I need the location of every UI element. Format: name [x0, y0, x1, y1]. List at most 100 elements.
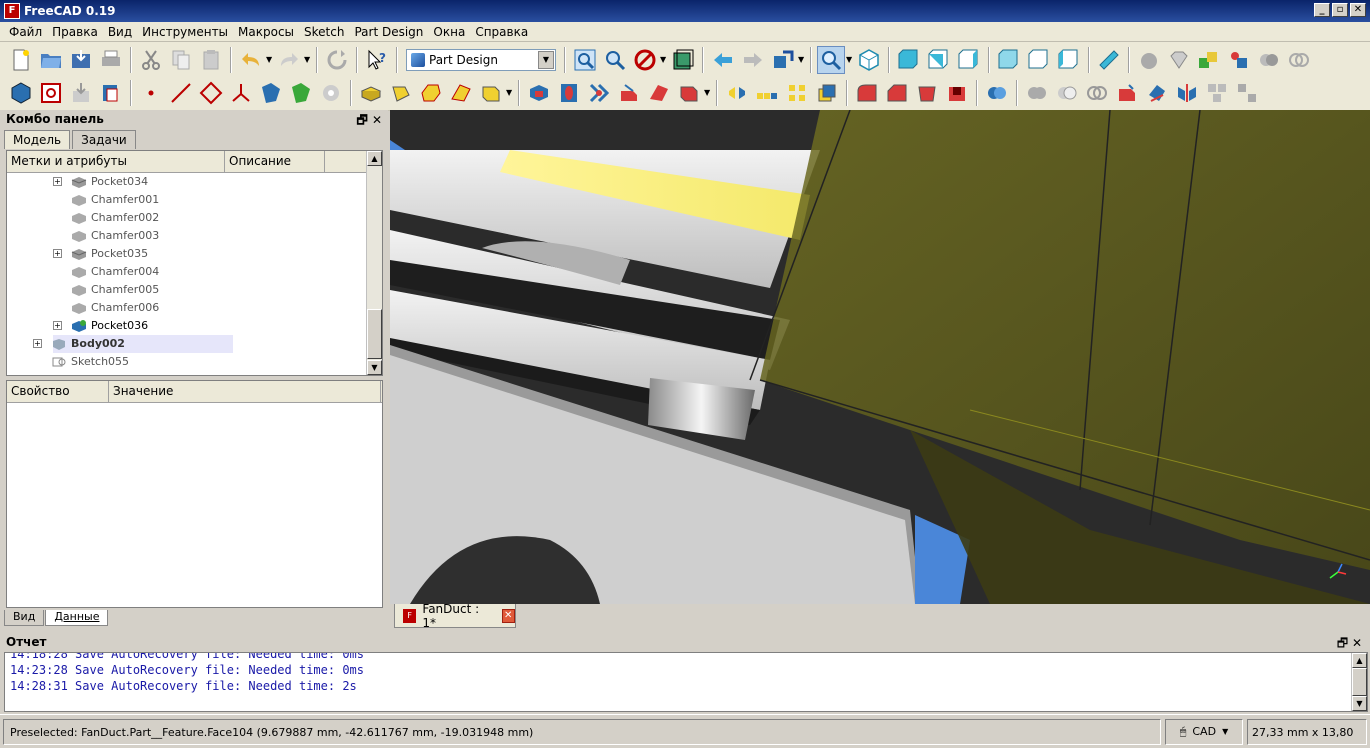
draw-style-button[interactable]	[631, 46, 659, 74]
pad-button[interactable]	[357, 79, 385, 107]
maximize-button[interactable]: ▫	[1332, 3, 1348, 17]
tree-item[interactable]: + Pocket034	[7, 173, 382, 191]
menu-edit[interactable]: Правка	[47, 25, 103, 39]
datum-line-button[interactable]	[167, 79, 195, 107]
cut-button[interactable]	[137, 46, 165, 74]
tree-item[interactable]: Chamfer006	[7, 299, 382, 317]
minimize-button[interactable]: _	[1314, 3, 1330, 17]
menu-file[interactable]: Файл	[4, 25, 47, 39]
tree-item[interactable]: Chamfer001	[7, 191, 382, 209]
tab-view[interactable]: Вид	[4, 610, 45, 626]
tree-header-description[interactable]: Описание	[225, 151, 325, 172]
expand-icon[interactable]: +	[33, 339, 42, 348]
assembly-button[interactable]	[1225, 46, 1253, 74]
validate-sketch-button[interactable]	[67, 79, 95, 107]
revolution-button[interactable]	[387, 79, 415, 107]
rear-view-button[interactable]	[995, 46, 1023, 74]
property-header-value[interactable]: Значение	[109, 381, 381, 402]
refresh-button[interactable]	[323, 46, 351, 74]
bool-common-button[interactable]	[1083, 79, 1111, 107]
close-icon[interactable]: ✕	[372, 113, 382, 127]
property-header-name[interactable]: Свойство	[7, 381, 109, 402]
scroll-up-icon[interactable]: ▲	[367, 151, 382, 166]
subshape-binder-button[interactable]	[257, 79, 285, 107]
chevron-down-icon[interactable]: ▼	[538, 50, 554, 69]
tab-tasks[interactable]: Задачи	[72, 130, 136, 149]
multitransform-button[interactable]	[813, 79, 841, 107]
pocket-button[interactable]	[525, 79, 553, 107]
open-button[interactable]	[37, 46, 65, 74]
document-tab[interactable]: F FanDuct : 1* ✕	[394, 602, 516, 630]
sprocket-button[interactable]	[317, 79, 345, 107]
subtractive-primitive-button[interactable]	[675, 79, 703, 107]
material-button[interactable]	[1135, 46, 1163, 74]
tree-item[interactable]: Chamfer005	[7, 281, 382, 299]
copy-button[interactable]	[167, 46, 195, 74]
boolean-operation-button[interactable]	[983, 79, 1011, 107]
3d-scene[interactable]	[390, 110, 1370, 604]
hole-button[interactable]	[555, 79, 583, 107]
forward-button[interactable]	[739, 46, 767, 74]
expand-icon[interactable]: +	[53, 249, 62, 258]
draw-style-dropdown-icon[interactable]: ▼	[660, 55, 668, 64]
left-view-button[interactable]	[1055, 46, 1083, 74]
scroll-down-icon[interactable]: ▼	[367, 360, 382, 375]
local-cs-button[interactable]	[227, 79, 255, 107]
menu-macros[interactable]: Макросы	[233, 25, 299, 39]
tree-item[interactable]: Chamfer002	[7, 209, 382, 227]
print-button[interactable]	[97, 46, 125, 74]
menu-tools[interactable]: Инструменты	[137, 25, 233, 39]
explode-button[interactable]	[1233, 79, 1261, 107]
scroll-down-icon[interactable]: ▼	[1352, 696, 1367, 711]
bool-union-button[interactable]	[1023, 79, 1051, 107]
zoom-dropdown-icon[interactable]: ▼	[846, 55, 854, 64]
bool-cut-button[interactable]	[1053, 79, 1081, 107]
bounding-box-button[interactable]	[669, 46, 697, 74]
right-view-button[interactable]	[955, 46, 983, 74]
link-button[interactable]	[769, 46, 797, 74]
scroll-up-icon[interactable]: ▲	[1352, 653, 1367, 668]
tab-data[interactable]: Данные	[45, 610, 109, 626]
back-button[interactable]	[709, 46, 737, 74]
parts-button[interactable]	[1195, 46, 1223, 74]
clone-button[interactable]	[287, 79, 315, 107]
menu-windows[interactable]: Окна	[428, 25, 470, 39]
linear-pattern-button[interactable]	[753, 79, 781, 107]
view-fit-button[interactable]	[817, 45, 845, 74]
additive-loft-button[interactable]	[417, 79, 445, 107]
fit-selection-button[interactable]	[601, 46, 629, 74]
front-view-button[interactable]	[895, 46, 923, 74]
paste-button[interactable]	[197, 46, 225, 74]
3d-viewport[interactable]	[390, 110, 1370, 604]
float-icon[interactable]: 🗗	[356, 113, 367, 127]
diamond-button[interactable]	[1165, 46, 1193, 74]
tab-model[interactable]: Модель	[4, 130, 71, 149]
menu-help[interactable]: Справка	[470, 25, 533, 39]
tree-item[interactable]: Chamfer003	[7, 227, 382, 245]
measure-button[interactable]	[1095, 46, 1123, 74]
link-dropdown-icon[interactable]: ▼	[798, 55, 806, 64]
scroll-thumb[interactable]	[367, 309, 382, 359]
new-document-button[interactable]	[7, 46, 35, 74]
close-button[interactable]: ✕	[1350, 3, 1366, 17]
subtractive-dropdown-icon[interactable]: ▼	[704, 88, 712, 97]
workbench-selector[interactable]: Part Design ▼	[406, 48, 556, 71]
subtractive-pipe-button[interactable]	[645, 79, 673, 107]
navigation-style-button[interactable]: 🖱 CAD ▼	[1165, 718, 1243, 745]
slice-button[interactable]	[1143, 79, 1171, 107]
whats-this-button[interactable]: ?	[363, 46, 391, 74]
datum-plane-button[interactable]	[197, 79, 225, 107]
polar-pattern-button[interactable]	[783, 79, 811, 107]
redo-button[interactable]	[275, 46, 303, 74]
boolean-button[interactable]	[1255, 46, 1283, 74]
datum-point-button[interactable]	[137, 79, 165, 107]
fit-all-button[interactable]	[571, 46, 599, 74]
compound-button[interactable]	[1203, 79, 1231, 107]
shape-binder-button[interactable]	[97, 79, 125, 107]
scroll-thumb[interactable]	[1352, 668, 1367, 696]
save-button[interactable]	[67, 46, 95, 74]
tree-item[interactable]: Chamfer004	[7, 263, 382, 281]
tree-scrollbar[interactable]: ▲ ▼	[366, 151, 382, 375]
tree-item[interactable]: Sketch055	[7, 353, 382, 371]
menu-view[interactable]: Вид	[103, 25, 137, 39]
